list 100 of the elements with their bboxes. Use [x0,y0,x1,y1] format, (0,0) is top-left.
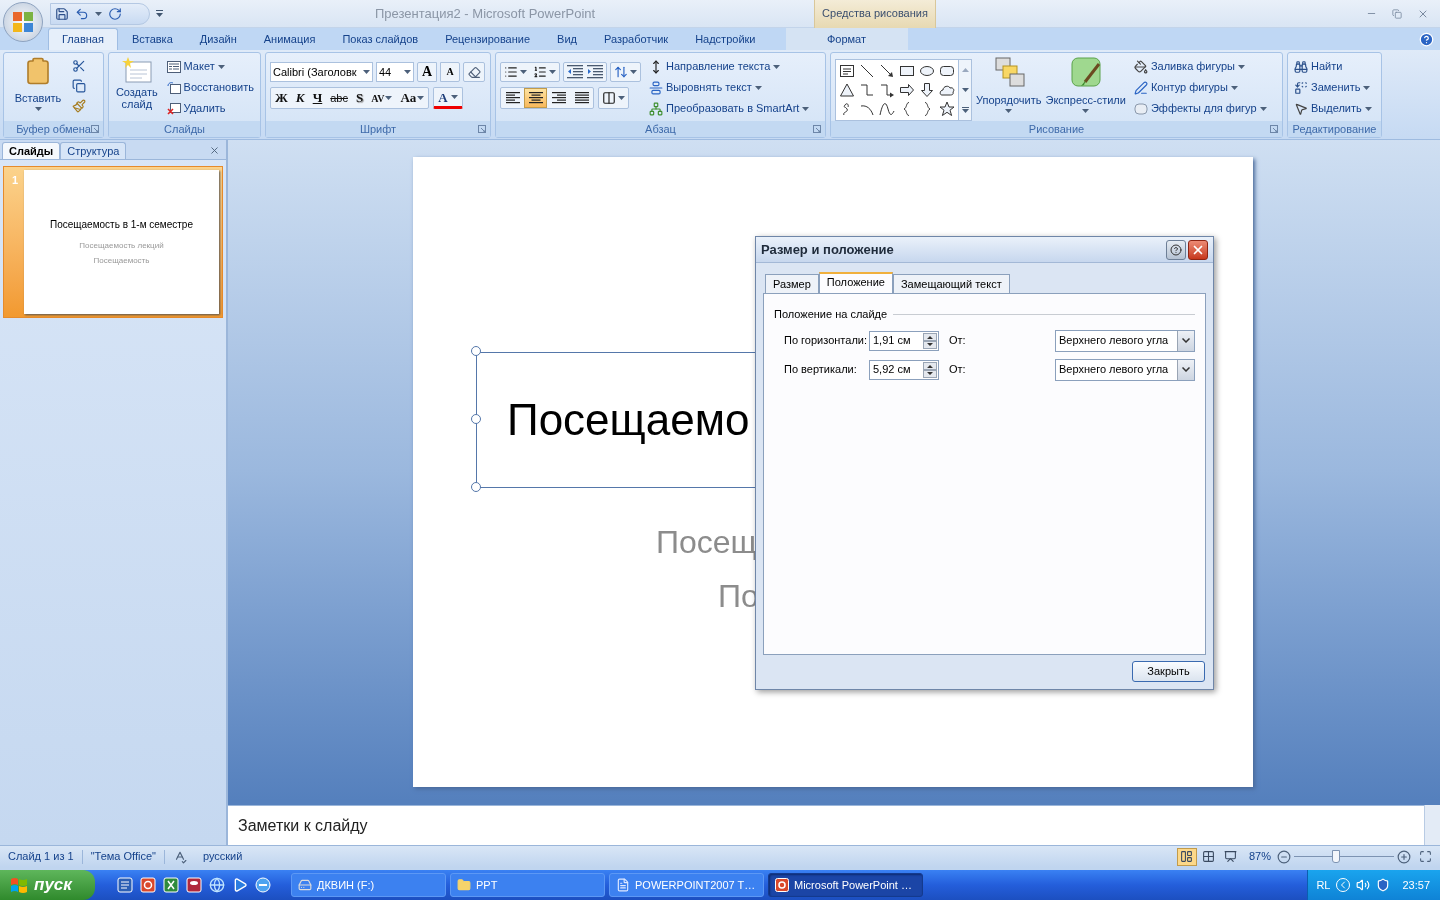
arrow-icon[interactable] [879,63,895,79]
close-pane-icon[interactable] [209,145,220,156]
ribbon-tab[interactable]: Формат [785,28,908,50]
browser-icon[interactable] [255,877,271,893]
down-arrow-icon[interactable] [919,82,935,98]
pane-tab[interactable]: Структура [60,142,127,159]
selection-handle[interactable] [471,346,481,356]
spin-field[interactable]: 5,92 см [869,359,939,380]
dialog-launcher-icon[interactable] [91,125,99,133]
delete-slide-button[interactable]: Удалить [164,98,256,119]
presentation-app-icon[interactable] [140,877,156,893]
globe-icon[interactable] [209,877,225,893]
elbow-arrow-icon[interactable] [879,82,895,98]
selection-handle[interactable] [471,414,481,424]
shape-outline-button[interactable]: Контур фигуры [1131,77,1269,98]
text-box-icon[interactable] [839,63,855,79]
star-icon[interactable] [939,101,955,117]
reset-button[interactable]: Восстановить [164,77,256,98]
zoom-in-icon[interactable] [1397,849,1411,864]
font-color-button[interactable]: A [433,87,463,109]
smartart-button[interactable]: Преобразовать в SmartArt [647,98,812,119]
notes-field[interactable]: Заметки к слайду [228,805,1424,845]
selection-handle[interactable] [471,482,481,492]
ribbon-tab[interactable]: Вид [544,28,590,50]
spin-field[interactable]: 1,91 см [869,330,939,351]
zoom-out-icon[interactable] [1277,849,1291,864]
zoom-slider[interactable] [1294,849,1394,864]
format-painter-icon[interactable] [72,99,86,113]
line-spacing-button[interactable] [610,62,641,82]
fit-slide-icon[interactable] [1419,850,1432,863]
play-icon[interactable] [232,877,248,893]
close-dialog-button[interactable]: Закрыть [1132,661,1205,682]
rounded-rectangle-icon[interactable] [939,63,955,79]
dropdown[interactable]: Верхнего левого угла [1055,358,1195,381]
quick-styles-button[interactable]: Экспресс-стили [1045,56,1126,120]
ribbon-tab[interactable]: Дизайн [186,28,250,50]
undo-icon[interactable] [75,6,89,21]
font-style-button[interactable]: S [352,88,368,108]
font-style-button[interactable]: abc [326,88,352,108]
replace-button[interactable]: Заменить [1292,77,1374,98]
taskbar-button[interactable]: ДКВИН (F:) [291,873,446,897]
ribbon-tab[interactable]: Надстройки [682,28,769,50]
ribbon-tab[interactable]: Разработчик [591,28,682,50]
font-name-combo[interactable]: Calibri (Заголовк [270,62,373,82]
select-button[interactable]: Выделить [1292,98,1374,119]
curve-icon[interactable] [879,101,895,117]
help-button[interactable] [1166,239,1186,260]
grow-font-button[interactable]: A [417,62,437,82]
shield-icon[interactable] [1376,878,1391,892]
close-button[interactable] [1188,239,1208,260]
paste-button[interactable]: Вставить [8,56,68,120]
view-button[interactable] [1176,847,1197,866]
layout-button[interactable]: Макет [164,56,256,77]
shape-effects-button[interactable]: Эффекты для фигур [1131,98,1269,119]
zoom-thumb[interactable] [1332,849,1340,863]
font-style-button[interactable]: Ж [271,88,292,108]
right-arrow-icon[interactable] [899,82,915,98]
font-style-button[interactable]: Ч [308,88,327,108]
rectangle-icon[interactable] [899,63,915,79]
shrink-font-button[interactable]: A [440,62,460,82]
ribbon-tab[interactable]: Рецензирование [432,28,544,50]
increase-indent-icon[interactable] [587,65,603,79]
clear-formatting-button[interactable] [463,62,485,82]
line-icon[interactable] [859,63,875,79]
dialog-tab[interactable]: Замещающий текст [892,274,1010,293]
spreadsheet-app-icon[interactable] [163,877,179,893]
cut-icon[interactable] [72,59,86,73]
font-style-button[interactable]: Aa [396,88,429,108]
taskbar-button[interactable]: PPT [450,873,605,897]
speaker-icon[interactable] [1356,878,1371,892]
shape-fill-button[interactable]: Заливка фигуры [1131,56,1269,77]
font-style-button[interactable]: AV [367,88,397,108]
dialog-launcher-icon[interactable] [478,125,486,133]
document-app-icon[interactable] [117,877,133,893]
dialog-tab[interactable]: Положение [818,272,893,293]
find-button[interactable]: Найти [1292,56,1374,77]
dialog-launcher-icon[interactable] [813,125,821,133]
text-direction-button[interactable]: Направление текста [647,56,812,77]
oval-icon[interactable] [919,63,935,79]
columns-button[interactable] [598,87,629,109]
ribbon-tab[interactable]: Анимация [250,28,329,50]
triangle-icon[interactable] [839,82,855,98]
taskbar-button[interactable]: POWERPOINT2007 T… [609,873,764,897]
taskbar-button[interactable]: Microsoft PowerPoint … [768,873,923,897]
dialog-launcher-icon[interactable] [1270,125,1278,133]
decrease-indent-icon[interactable] [567,65,583,79]
customize-toolbar-icon[interactable] [156,10,163,17]
ribbon-tab[interactable]: Показ слайдов [329,28,432,50]
arrange-button[interactable]: Упорядочить [976,56,1042,120]
dropdown[interactable]: Верхнего левого угла [1055,329,1195,352]
database-app-icon[interactable] [186,877,202,893]
save-icon[interactable] [55,6,69,21]
new-slide-button[interactable]: Создать слайд [113,56,161,120]
align-button[interactable] [524,88,547,108]
pane-tab[interactable]: Слайды [2,142,61,159]
slide-thumbnail[interactable]: 1 Посещаемость в 1-м семестре Посещаемость лекций Посещаемость [3,166,223,318]
font-size-combo[interactable]: 44 [376,62,414,82]
dialog-tab[interactable]: Размер [765,274,819,293]
help-icon[interactable] [1419,32,1434,47]
redo-icon[interactable] [108,6,122,21]
